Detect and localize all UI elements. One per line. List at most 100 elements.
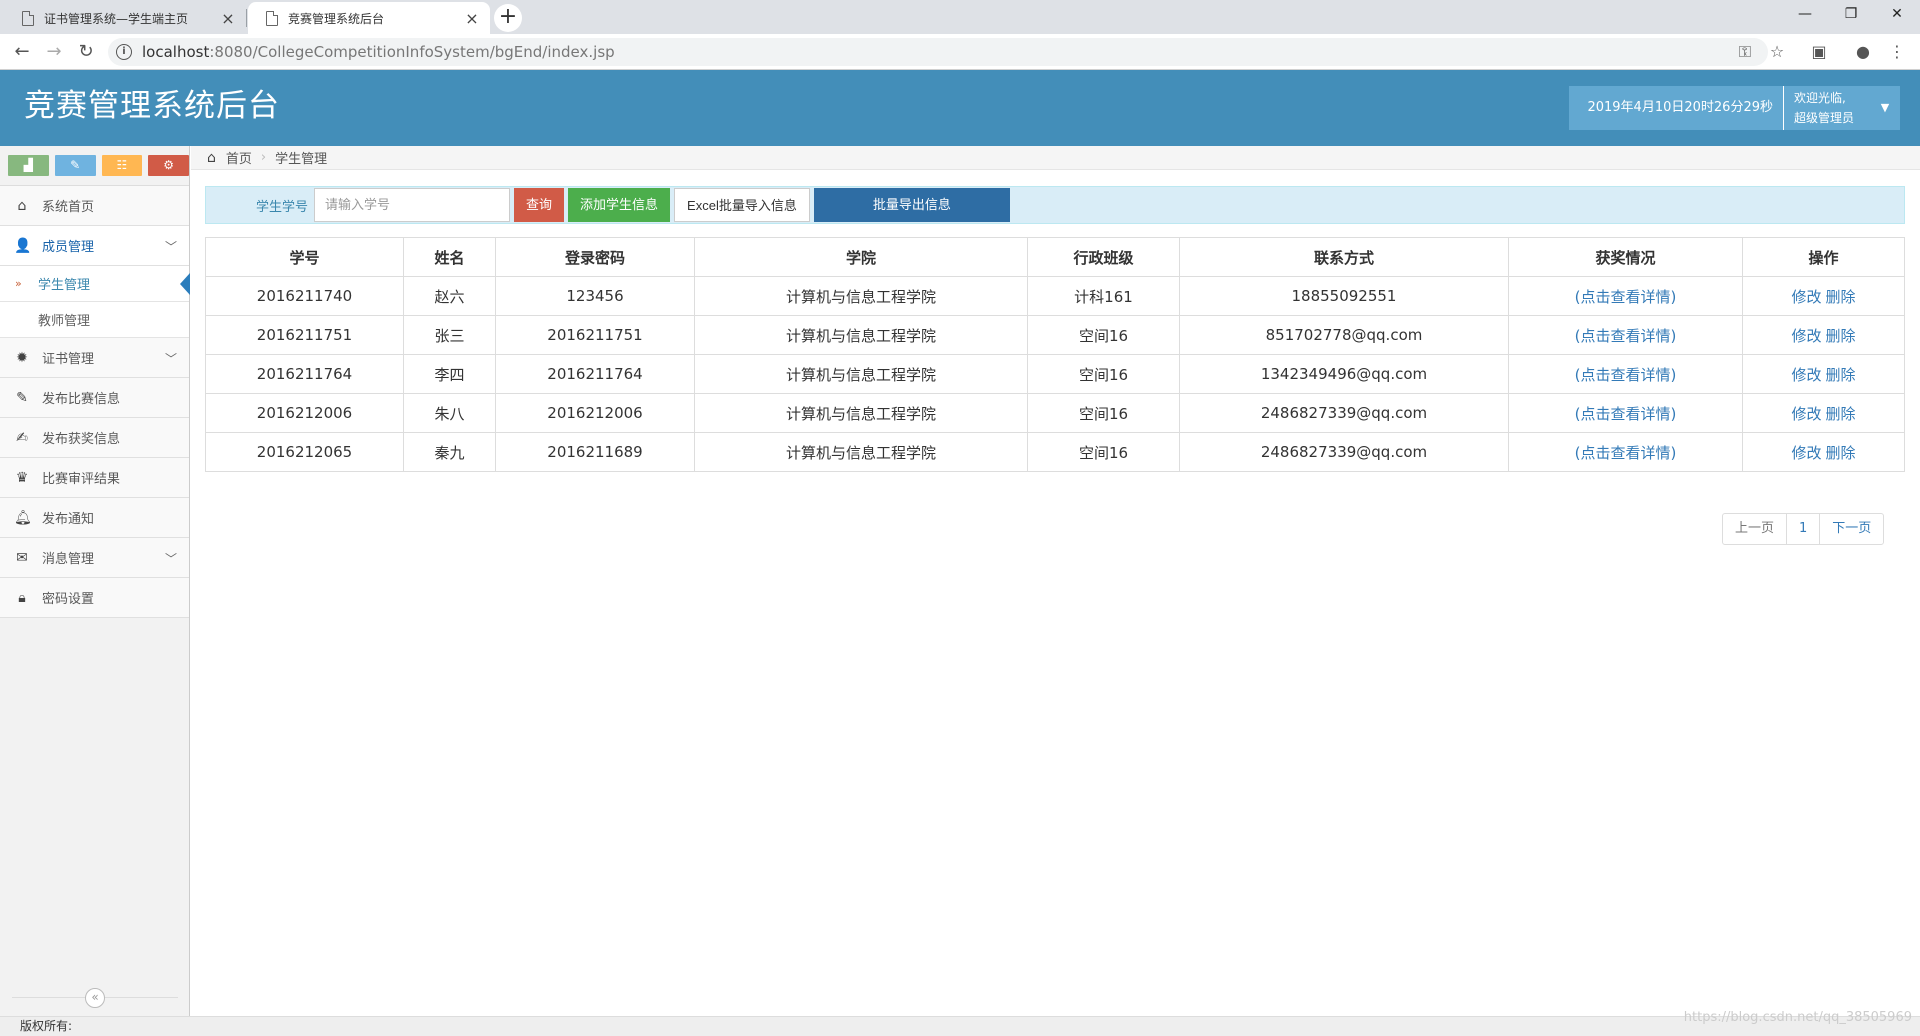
tab-close-icon[interactable]: × — [220, 9, 236, 28]
excel-import-button[interactable]: Excel批量导入信息 — [674, 188, 810, 222]
info-icon[interactable]: i — [116, 44, 132, 60]
table-row: 2016211764 李四 2016211764 计算机与信息工程学院 空间16… — [205, 354, 1905, 394]
key-icon[interactable]: ⚿ — [1734, 42, 1756, 62]
sidebar-item-password[interactable]: 🔒︎ 密码设置 — [0, 578, 189, 618]
delete-link[interactable]: 删除 — [1826, 288, 1856, 306]
batch-export-button[interactable]: 批量导出信息 — [813, 188, 1010, 222]
sidebar-subitem-teachers[interactable]: 教师管理 — [0, 302, 189, 338]
column-header: 行政班级 — [1027, 237, 1180, 277]
sidebar-item-certificates[interactable]: ✹ 证书管理 ﹀ — [0, 338, 189, 378]
page-number-button[interactable]: 1 — [1786, 514, 1819, 544]
cogs-icon[interactable]: ⚙ — [148, 155, 189, 176]
address-bar: ← → ↻ i localhost:8080/CollegeCompetitio… — [0, 34, 1920, 70]
caret-down-icon[interactable]: ▼ — [1870, 86, 1900, 130]
url-field[interactable]: i localhost:8080/CollegeCompetitionInfoS… — [108, 38, 1768, 66]
award-details-link[interactable]: (点击查看详情) — [1575, 405, 1677, 423]
search-bar: 学生学号 查询 添加学生信息 Excel批量导入信息 批量导出信息 — [205, 186, 1905, 224]
award-details-link[interactable]: (点击查看详情) — [1575, 366, 1677, 384]
delete-link[interactable]: 删除 — [1826, 366, 1856, 384]
sidebar-subitem-label: 学生管理 — [38, 278, 91, 293]
edit-icon: ✍ — [16, 429, 28, 446]
reload-icon[interactable]: ↻ — [72, 38, 100, 66]
sidebar-item-home[interactable]: ⌂ 系统首页 — [0, 186, 189, 226]
members-submenu: » 学生管理 教师管理 — [0, 266, 190, 338]
chevron-down-icon: ﹀ — [164, 240, 177, 254]
edit-link[interactable]: 修改 — [1791, 366, 1821, 384]
table-row: 2016212065 秦九 2016211689 计算机与信息工程学院 空间16… — [205, 432, 1905, 472]
edit-link[interactable]: 修改 — [1791, 288, 1821, 306]
tab-title: 竞赛管理系统后台 — [288, 11, 385, 26]
award-details-link[interactable]: (点击查看详情) — [1575, 444, 1677, 462]
chevron-down-icon: ﹀ — [164, 352, 177, 366]
add-student-button[interactable]: 添加学生信息 — [568, 188, 671, 222]
prev-page-button[interactable]: 上一页 — [1723, 514, 1786, 544]
sidebar-shortcuts: ▟ ✎ ☷ ⚙ — [0, 146, 189, 186]
page-icon — [22, 10, 34, 26]
forward-icon[interactable]: → — [40, 38, 68, 66]
cell-student-id: 2016212006 — [205, 393, 404, 433]
double-angle-icon: » — [15, 277, 22, 290]
extension-icon[interactable]: ▣ — [1808, 42, 1830, 61]
sidebar-item-label: 系统首页 — [42, 200, 95, 215]
sidebar-item-notifications[interactable]: 🔔︎ 发布通知 — [0, 498, 189, 538]
cell-award: (点击查看详情) — [1508, 276, 1743, 316]
cell-actions: 修改 删除 — [1742, 432, 1905, 472]
sidebar-item-review-results[interactable]: ♛ 比赛审评结果 — [0, 458, 189, 498]
sidebar: ▟ ✎ ☷ ⚙ ⌂ 系统首页 👤 成员管理 ﹀ » 学生管理 教师管理 ✹ 证书… — [0, 146, 190, 1016]
cell-award: (点击查看详情) — [1508, 354, 1743, 394]
delete-link[interactable]: 删除 — [1826, 327, 1856, 345]
delete-link[interactable]: 删除 — [1826, 405, 1856, 423]
sidebar-subitem-students[interactable]: » 学生管理 — [0, 266, 190, 302]
new-tab-button[interactable]: + — [494, 4, 522, 32]
lock-icon: 🔒︎ — [18, 589, 26, 606]
menu-dots-icon[interactable]: ⋮ — [1886, 42, 1908, 61]
sidebar-item-members[interactable]: 👤 成员管理 ﹀ — [0, 226, 189, 266]
sidebar-item-label: 密码设置 — [42, 592, 95, 607]
user-info[interactable]: 欢迎光临, 超级管理员 — [1784, 86, 1870, 130]
maximize-button[interactable]: ❐ — [1828, 0, 1874, 30]
award-details-link[interactable]: (点击查看详情) — [1575, 327, 1677, 345]
pencil-icon[interactable]: ✎ — [54, 155, 96, 176]
minimize-button[interactable]: — — [1782, 0, 1828, 30]
sidebar-item-publish-awards[interactable]: ✍ 发布获奖信息 — [0, 418, 189, 458]
edit-link[interactable]: 修改 — [1791, 444, 1821, 462]
users-icon: 👤 — [14, 237, 32, 254]
cell-password: 123456 — [495, 276, 695, 316]
award-details-link[interactable]: (点击查看详情) — [1575, 288, 1677, 306]
query-button[interactable]: 查询 — [514, 188, 565, 222]
breadcrumb-home[interactable]: 首页 — [226, 148, 252, 167]
group-icon[interactable]: ☷ — [101, 155, 143, 176]
back-icon[interactable]: ← — [8, 38, 36, 66]
profile-icon[interactable]: ● — [1852, 42, 1874, 61]
signal-icon[interactable]: ▟ — [8, 155, 49, 176]
sidebar-collapse-row: « — [0, 988, 190, 1008]
student-id-input[interactable] — [314, 188, 511, 222]
delete-link[interactable]: 删除 — [1826, 444, 1856, 462]
column-header: 学号 — [205, 237, 404, 277]
cell-contact: 2486827339@qq.com — [1179, 393, 1509, 433]
tab-close-icon[interactable]: × — [464, 9, 480, 28]
cell-college: 计算机与信息工程学院 — [694, 354, 1028, 394]
user-panel[interactable]: 2019年4月10日20时26分29秒 欢迎光临, 超级管理员 ▼ — [1569, 86, 1900, 130]
next-page-button[interactable]: 下一页 — [1819, 514, 1883, 544]
pencil-icon: ✎ — [16, 389, 28, 406]
edit-link[interactable]: 修改 — [1791, 405, 1821, 423]
sidebar-item-messages[interactable]: ✉ 消息管理 ﹀ — [0, 538, 189, 578]
star-icon[interactable]: ☆ — [1766, 42, 1788, 61]
browser-tab-student-portal[interactable]: 证书管理系统—学生端主页 × — [4, 2, 246, 34]
collapse-sidebar-icon[interactable]: « — [85, 988, 105, 1008]
sidebar-item-publish-competition[interactable]: ✎ 发布比赛信息 — [0, 378, 189, 418]
window-close-button[interactable]: ✕ — [1874, 0, 1920, 30]
cell-name: 赵六 — [403, 276, 496, 316]
app-header: 竞赛管理系统后台 2019年4月10日20时26分29秒 欢迎光临, 超级管理员… — [0, 70, 1920, 146]
cell-contact: 18855092551 — [1179, 276, 1509, 316]
watermark: https://blog.csdn.net/qq_38505969 — [1683, 1010, 1912, 1025]
sidebar-item-label: 比赛审评结果 — [42, 472, 121, 487]
browser-tab-admin[interactable]: 竞赛管理系统后台 × — [248, 2, 490, 34]
tab-title: 证书管理系统—学生端主页 — [44, 11, 189, 26]
app-title: 竞赛管理系统后台 — [24, 88, 280, 124]
column-header: 获奖情况 — [1508, 237, 1743, 277]
cell-class: 计科161 — [1027, 276, 1180, 316]
edit-link[interactable]: 修改 — [1791, 327, 1821, 345]
cell-class: 空间16 — [1027, 393, 1180, 433]
